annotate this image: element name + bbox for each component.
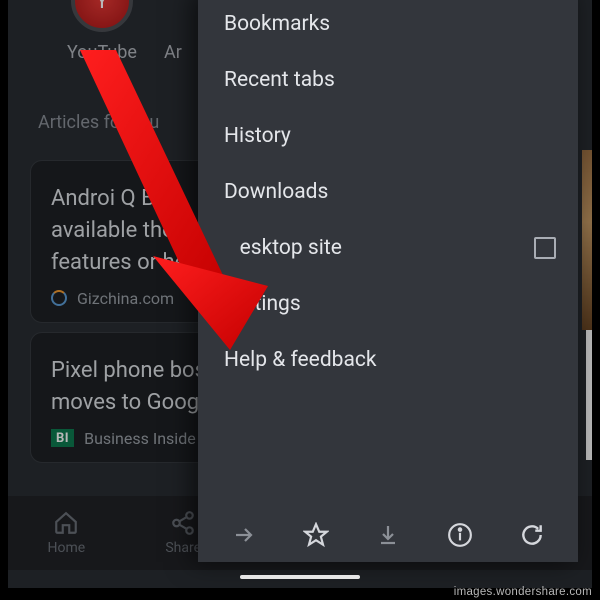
info-button[interactable] bbox=[444, 519, 476, 551]
menu-item-label: esktop site bbox=[224, 236, 342, 260]
bookmark-button[interactable] bbox=[300, 519, 332, 551]
article-thumbnail bbox=[586, 330, 592, 460]
menu-item-label: Settings bbox=[224, 292, 301, 316]
menu-item-history[interactable]: History bbox=[198, 108, 578, 164]
star-icon bbox=[303, 522, 329, 548]
articles-for-you-heading: Articles for you bbox=[38, 112, 159, 133]
bottom-nav-home[interactable]: Home bbox=[8, 496, 125, 570]
shortcut-label: YouTube bbox=[56, 42, 148, 63]
download-icon bbox=[376, 523, 400, 547]
card-title-line: Pixel phone bos bbox=[51, 358, 206, 383]
desktop-site-checkbox[interactable] bbox=[534, 237, 556, 259]
card-title-line: available these bbox=[51, 218, 197, 243]
card-title-line: features or he bbox=[51, 250, 186, 275]
menu-item-label: Bookmarks bbox=[224, 12, 330, 36]
info-icon bbox=[447, 522, 473, 548]
download-button[interactable] bbox=[372, 519, 404, 551]
menu-item-desktop-site[interactable]: esktop site bbox=[198, 220, 578, 276]
watermark: images.wondershare.com bbox=[454, 586, 592, 598]
menu-item-settings[interactable]: Settings bbox=[198, 276, 578, 332]
forward-button[interactable] bbox=[228, 519, 260, 551]
youtube-icon-letter: Y bbox=[71, 0, 133, 32]
card-source: Business Inside bbox=[84, 429, 196, 448]
article-thumbnail bbox=[582, 150, 592, 330]
home-icon bbox=[53, 510, 79, 536]
home-indicator bbox=[240, 575, 360, 579]
bottom-nav-label: Share bbox=[165, 540, 201, 556]
card-title-line: moves to Goog bbox=[51, 390, 199, 415]
menu-item-bookmarks[interactable]: Bookmarks bbox=[198, 0, 578, 52]
menu-item-label: Help & feedback bbox=[224, 348, 377, 372]
card-title-line: Androi Q Beta bbox=[51, 186, 186, 211]
bottom-nav-label: Home bbox=[48, 540, 86, 556]
menu-item-downloads[interactable]: Downloads bbox=[198, 164, 578, 220]
menu-item-label: Recent tabs bbox=[224, 68, 335, 92]
card-source: Gizchina.com bbox=[77, 289, 174, 308]
menu-item-label: History bbox=[224, 124, 291, 148]
menu-item-recent-tabs[interactable]: Recent tabs bbox=[198, 52, 578, 108]
shortcut-youtube[interactable]: Y YouTube bbox=[56, 0, 148, 63]
arrow-forward-icon bbox=[232, 523, 256, 547]
menu-bottom-toolbar bbox=[198, 508, 578, 562]
menu-item-label: Downloads bbox=[224, 180, 328, 204]
chrome-overflow-menu: Bookmarks Recent tabs History Downloads … bbox=[198, 0, 578, 562]
menu-item-help-feedback[interactable]: Help & feedback bbox=[198, 332, 578, 388]
refresh-icon bbox=[519, 522, 545, 548]
shortcut-partial[interactable]: Ar bbox=[164, 42, 182, 63]
share-icon bbox=[170, 510, 196, 536]
refresh-button[interactable] bbox=[516, 519, 548, 551]
gizchina-favicon bbox=[51, 290, 67, 306]
businessinsider-favicon: BI bbox=[51, 429, 74, 447]
